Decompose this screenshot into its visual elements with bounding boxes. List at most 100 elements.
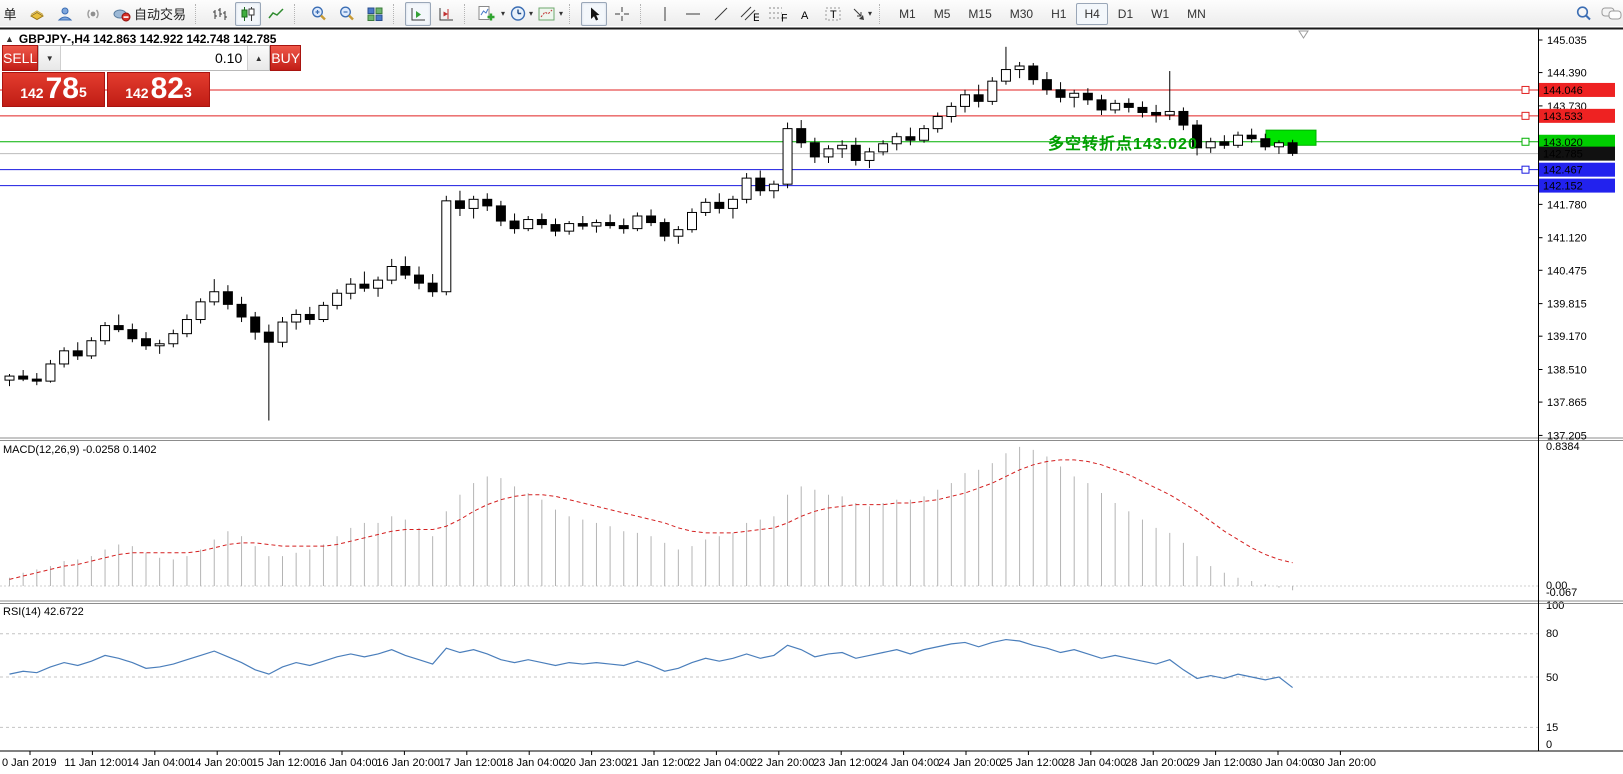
templates-icon[interactable]: ▾: [536, 2, 564, 26]
fibonacci-icon[interactable]: F: [764, 2, 790, 26]
autotrading-label: 自动交易: [134, 4, 186, 23]
svg-text:23 Jan 12:00: 23 Jan 12:00: [813, 757, 877, 769]
axes: 145.035144.390143.730141.780141.120140.4…: [0, 28, 1623, 770]
svg-text:A: A: [801, 10, 809, 22]
svg-text:28 Jan 04:00: 28 Jan 04:00: [1063, 757, 1127, 769]
text-icon[interactable]: A: [792, 2, 818, 26]
sell-button[interactable]: SELL: [2, 45, 38, 71]
buy-button[interactable]: BUY: [270, 45, 301, 71]
svg-text:E: E: [753, 12, 759, 22]
toolbar-separator: [569, 4, 577, 24]
new-order-button[interactable]: 单: [0, 2, 22, 26]
cursor-icon[interactable]: [581, 2, 607, 26]
arrows-icon[interactable]: ▾: [848, 2, 874, 26]
collapse-panel-icon[interactable]: ▲: [5, 34, 14, 44]
volume-input[interactable]: [61, 46, 247, 70]
svg-text:50: 50: [1546, 672, 1558, 684]
chart-canvas[interactable]: MACD(12,26,9) -0.0258 0.14020.83840.00-0…: [0, 26, 1623, 774]
price-badges: 144.046143.533143.020142.785142.467142.1…: [1539, 83, 1615, 193]
svg-text:142.467: 142.467: [1543, 165, 1583, 177]
crosshair-icon[interactable]: [609, 2, 635, 26]
toolbar-separator: [640, 4, 648, 24]
bar-chart-icon[interactable]: [207, 2, 233, 26]
profile-icon[interactable]: [52, 2, 78, 26]
svg-text:29 Jan 12:00: 29 Jan 12:00: [1188, 757, 1252, 769]
svg-text:11 Jan 12:00: 11 Jan 12:00: [64, 757, 127, 769]
svg-text:18 Jan 04:00: 18 Jan 04:00: [501, 757, 565, 769]
zoom-out-icon[interactable]: [334, 2, 360, 26]
auto-scroll-icon[interactable]: [405, 2, 431, 26]
buy-price-small: 142: [125, 82, 148, 104]
svg-text:30 Jan 20:00: 30 Jan 20:00: [1312, 757, 1376, 769]
timeframe-W1[interactable]: W1: [1143, 3, 1177, 25]
svg-text:0: 0: [1546, 739, 1552, 751]
equidistant-channel-icon[interactable]: E: [736, 2, 762, 26]
mt4-window: { "toolbar": { "new_order_label": "单", "…: [0, 0, 1623, 774]
dropdown-arrow-icon: ▾: [868, 9, 872, 18]
svg-text:139.170: 139.170: [1547, 331, 1587, 343]
svg-text:-0.067: -0.067: [1546, 587, 1577, 599]
svg-text:21 Jan 12:00: 21 Jan 12:00: [626, 757, 690, 769]
line-chart-icon[interactable]: [263, 2, 289, 26]
autotrading-button[interactable]: 自动交易: [108, 2, 190, 26]
svg-text:141.120: 141.120: [1547, 233, 1587, 245]
svg-text:142.785: 142.785: [1543, 149, 1583, 161]
timeframe-H4[interactable]: H4: [1076, 3, 1107, 25]
svg-text:144.390: 144.390: [1547, 68, 1587, 80]
svg-text:141.780: 141.780: [1547, 199, 1587, 211]
svg-text:140.475: 140.475: [1547, 265, 1587, 277]
dropdown-arrow-icon: ▾: [529, 9, 533, 18]
volume-increase-button[interactable]: ▲: [247, 46, 269, 70]
svg-text:16 Jan 20:00: 16 Jan 20:00: [376, 757, 440, 769]
volume-decrease-button[interactable]: ▼: [39, 46, 61, 70]
svg-text:16 Jan 04:00: 16 Jan 04:00: [314, 757, 378, 769]
svg-text:14 Jan 20:00: 14 Jan 20:00: [189, 757, 253, 769]
sell-price-small: 142: [20, 82, 43, 104]
svg-text:28 Jan 20:00: 28 Jan 20:00: [1125, 757, 1189, 769]
sell-price-display[interactable]: 142 78 5: [2, 72, 105, 107]
trendline-icon[interactable]: [708, 2, 734, 26]
chart-area[interactable]: MACD(12,26,9) -0.0258 0.14020.83840.00-0…: [0, 26, 1623, 774]
timeframe-M1[interactable]: M1: [891, 3, 924, 25]
buy-price-display[interactable]: 142 82 3: [107, 72, 210, 107]
one-click-trade-panel: SELL ▼ ▲ BUY 142 78 5 142 82 3: [2, 45, 210, 107]
periods-clock-icon[interactable]: ▾: [508, 2, 534, 26]
text-label-icon[interactable]: T: [820, 2, 846, 26]
symbol-ohlc-text: GBPJPY-,H4 142.863 142.922 142.748 142.7…: [19, 32, 277, 46]
history-book-icon[interactable]: [24, 2, 50, 26]
horizontal-line-icon[interactable]: [680, 2, 706, 26]
svg-text:30 Jan 04:00: 30 Jan 04:00: [1250, 757, 1314, 769]
macd-pane: MACD(12,26,9) -0.0258 0.14020.83840.00-0…: [0, 441, 1580, 599]
search-icon[interactable]: [1571, 2, 1597, 26]
chart-shift-icon[interactable]: [433, 2, 459, 26]
buy-price-big: 82: [151, 74, 184, 104]
signal-icon[interactable]: [80, 2, 106, 26]
timeframe-M5[interactable]: M5: [926, 3, 959, 25]
sell-price-big: 78: [46, 74, 79, 104]
svg-text:22 Jan 20:00: 22 Jan 20:00: [751, 757, 815, 769]
chat-icon[interactable]: [1599, 2, 1623, 26]
vertical-line-icon[interactable]: [652, 2, 678, 26]
svg-text:15: 15: [1546, 722, 1558, 734]
tile-windows-icon[interactable]: [362, 2, 388, 26]
new-chart-icon[interactable]: ▾: [476, 2, 506, 26]
svg-text:143.533: 143.533: [1543, 111, 1583, 123]
zoom-in-icon[interactable]: [306, 2, 332, 26]
timeframe-H1[interactable]: H1: [1043, 3, 1074, 25]
svg-text:137.865: 137.865: [1547, 397, 1587, 409]
symbol-header: ▲ GBPJPY-,H4 142.863 142.922 142.748 142…: [5, 32, 276, 46]
dropdown-arrow-icon: ▾: [501, 9, 505, 18]
timeframe-D1[interactable]: D1: [1110, 3, 1141, 25]
timeframe-MN[interactable]: MN: [1179, 3, 1214, 25]
svg-text:0 Jan 2019: 0 Jan 2019: [2, 757, 56, 769]
candlestick-chart-icon[interactable]: [235, 2, 261, 26]
timeframe-M30[interactable]: M30: [1002, 3, 1041, 25]
pivot-annotation-text[interactable]: 多空转折点143.020: [1048, 130, 1198, 154]
rsi-line: [10, 640, 1293, 688]
svg-text:17 Jan 12:00: 17 Jan 12:00: [439, 757, 503, 769]
svg-text:80: 80: [1546, 628, 1558, 640]
rsi-label: RSI(14) 42.6722: [3, 606, 84, 618]
timeframe-M15[interactable]: M15: [960, 3, 999, 25]
svg-text:15 Jan 12:00: 15 Jan 12:00: [252, 757, 316, 769]
svg-text:F: F: [781, 13, 787, 23]
